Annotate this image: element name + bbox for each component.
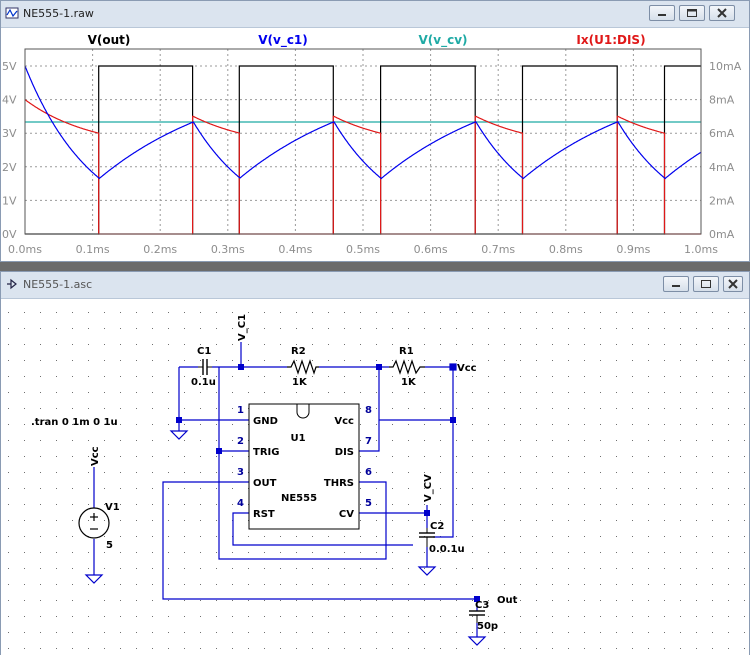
right-axis-tick-label: 6mA: [709, 127, 735, 140]
r1-ref: R1: [399, 346, 414, 357]
spice-directive[interactable]: .tran 0 1m 0 1u: [31, 417, 118, 428]
maximize-button[interactable]: [679, 5, 705, 21]
plot-frame: [24, 48, 702, 235]
ic-part: NE555: [281, 493, 317, 504]
x-axis-tick-label: 0.8ms: [549, 243, 583, 256]
left-axis-tick-label: 4V: [2, 94, 17, 107]
pin-number-1: 1: [237, 405, 244, 416]
pin-name-vcc: Vcc: [334, 416, 354, 427]
ic-ref: U1: [290, 433, 305, 444]
pin-number-2: 2: [237, 436, 244, 447]
x-axis-tick-label: 0.0ms: [8, 243, 42, 256]
close-button[interactable]: [709, 5, 735, 21]
waveform-plot[interactable]: V(out) V(v_c1) V(v_cv) Ix(U1:DIS) 5V 4V 3V 2V 1…: [1, 28, 749, 262]
pin-name-trig: TRIG: [253, 447, 279, 458]
net-label-flags: [449, 363, 457, 371]
pin-name-cv: CV: [339, 509, 354, 520]
right-axis-tick-label: 10mA: [709, 60, 742, 73]
waveform-window-title: NE555-1.raw: [23, 7, 94, 20]
x-axis-tick-label: 0.3ms: [211, 243, 245, 256]
schematic-minimize-button[interactable]: [663, 276, 689, 292]
c2-value: 0.0.1u: [429, 544, 465, 555]
left-axis-tick-label: 5V: [2, 60, 17, 73]
net-label-vcc-r1: Vcc: [457, 363, 477, 374]
pin-number-8: 8: [365, 405, 372, 416]
right-axis-tick-label: 8mA: [709, 94, 735, 107]
net-label-out: Out: [497, 595, 518, 606]
left-axis-tick-label: 1V: [2, 194, 17, 207]
trace-title[interactable]: V(out): [88, 33, 131, 47]
pin-name-out: OUT: [253, 478, 277, 489]
pin-name-rst: RST: [253, 509, 275, 520]
r1-value: 1K: [401, 377, 417, 388]
pin-name-gnd: GND: [253, 416, 278, 427]
left-axis-tick-label: 3V: [2, 127, 17, 140]
pin-number-3: 3: [237, 467, 244, 478]
waveform-window-titlebar[interactable]: NE555-1.raw: [1, 1, 749, 28]
x-axis-tick-label: 1.0ms: [684, 243, 718, 256]
pin-number-4: 4: [237, 498, 244, 509]
waveform-window: NE555-1.raw V(out) V(v_c1) V(v_cv) Ix(U1:DI…: [0, 0, 750, 262]
r2-value: 1K: [292, 377, 308, 388]
right-axis-tick-label: 0mA: [709, 228, 735, 241]
trace-title[interactable]: V(v_c1): [258, 33, 308, 48]
x-axis-tick-label: 0.2ms: [143, 243, 177, 256]
pin-number-6: 6: [365, 467, 372, 478]
schematic-canvas[interactable]: U1 NE555 GND TRIG OUT RST Vcc DIS THRS C…: [1, 299, 749, 655]
schematic-window-title: NE555-1.asc: [23, 278, 93, 291]
x-axis-tick-label: 0.4ms: [278, 243, 312, 256]
schematic-close-button[interactable]: [723, 276, 743, 292]
left-axis-tick-label: 0V: [2, 228, 17, 241]
left-axis-tick-label: 2V: [2, 161, 17, 174]
x-axis-tick-label: 0.5ms: [346, 243, 380, 256]
right-axis-tick-label: 2mA: [709, 194, 735, 207]
x-axis-tick-label: 0.9ms: [616, 243, 650, 256]
right-axis-tick-label: 4mA: [709, 161, 735, 174]
c3-ref: C3: [475, 600, 489, 611]
waveform-window-icon: [5, 7, 19, 19]
schematic-restore-button[interactable]: [693, 276, 719, 292]
r2-ref: R2: [291, 346, 306, 357]
minimize-button[interactable]: [649, 5, 675, 21]
x-axis-tick-label: 0.6ms: [414, 243, 448, 256]
pin-number-7: 7: [365, 436, 372, 447]
v1-ref: V1: [105, 502, 120, 513]
trace-title[interactable]: Ix(U1:DIS): [576, 33, 645, 47]
pin-name-dis: DIS: [335, 447, 354, 458]
c1-ref: C1: [197, 346, 211, 357]
x-axis-tick-label: 0.7ms: [481, 243, 515, 256]
schematic-window: NE555-1.asc U1 NE555 GND TRIG OUT RST Vc…: [0, 271, 750, 655]
v1-value: 5: [106, 540, 113, 551]
net-label-vcc-v1: Vcc: [90, 446, 101, 466]
net-label-v-c1: V_C1: [237, 314, 248, 341]
c2-ref: C2: [430, 521, 444, 532]
net-label-v-cv: V_CV: [423, 474, 434, 502]
pin-number-5: 5: [365, 498, 372, 509]
ne555-ic[interactable]: U1 NE555 GND TRIG OUT RST Vcc DIS THRS C…: [248, 403, 360, 530]
trace-title[interactable]: V(v_cv): [418, 33, 467, 48]
x-axis-tick-label: 0.1ms: [76, 243, 110, 256]
schematic-window-titlebar[interactable]: NE555-1.asc: [1, 272, 749, 299]
c1-value: 0.1u: [191, 377, 216, 388]
c3-value: 50p: [477, 621, 498, 632]
schematic-window-icon: [7, 278, 17, 290]
pin-name-thrs: THRS: [324, 478, 354, 489]
dot-grid: [1, 299, 749, 655]
